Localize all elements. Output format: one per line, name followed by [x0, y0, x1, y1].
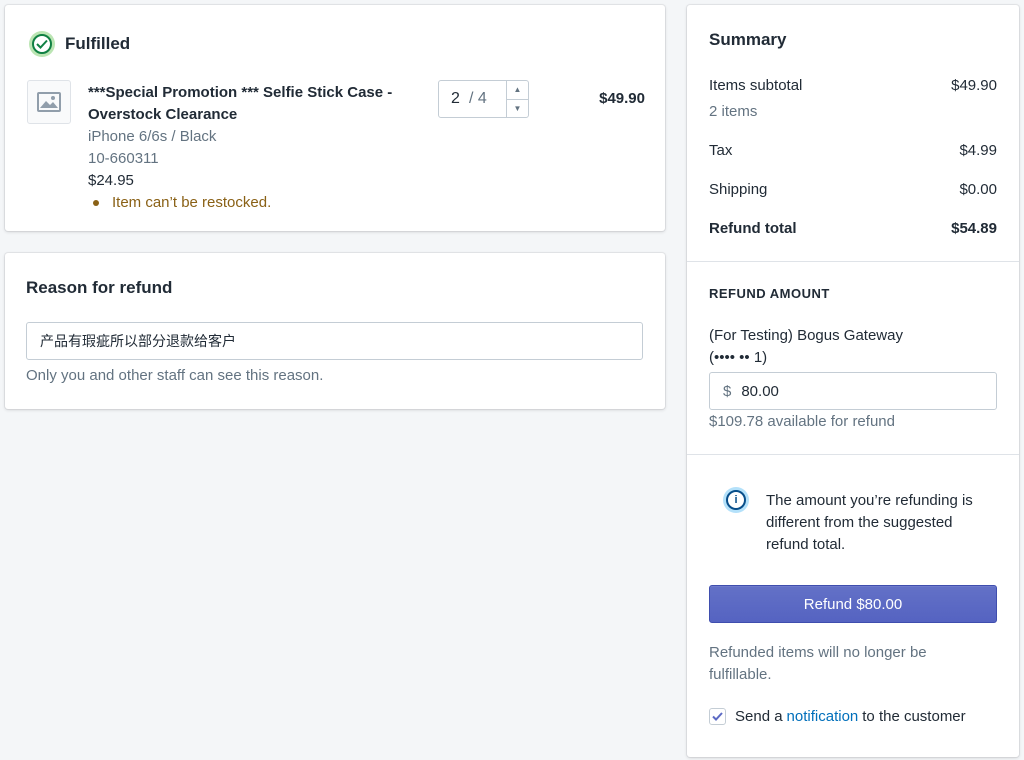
- shipping-value: $0.00: [959, 181, 997, 198]
- product-price: $24.95: [88, 172, 134, 189]
- refund-amount-label: REFUND AMOUNT: [709, 286, 830, 301]
- tax-label: Tax: [709, 142, 733, 159]
- summary-card: Summary Items subtotal $49.90 2 items Ta…: [687, 5, 1019, 757]
- notification-link[interactable]: notification: [787, 708, 859, 725]
- info-banner-text: The amount you’re refunding is different…: [766, 492, 973, 553]
- reason-title: Reason for refund: [26, 278, 173, 297]
- notify-checkbox[interactable]: [709, 708, 726, 725]
- tax-row: Tax $4.99: [709, 142, 997, 159]
- chevron-down-icon[interactable]: ▼: [507, 100, 528, 118]
- refund-total-row: Refund total $54.89: [709, 220, 997, 237]
- reason-card: Reason for refund 产品有瑕疵所以部分退款给客户 Only yo…: [5, 253, 665, 409]
- chevron-up-icon[interactable]: ▲: [507, 81, 528, 100]
- shipping-label: Shipping: [709, 181, 768, 198]
- shipping-row: Shipping $0.00: [709, 181, 997, 198]
- items-subtotal-label: Items subtotal: [709, 77, 803, 94]
- items-subtotal-value: $49.90: [951, 77, 997, 94]
- currency-symbol: $: [723, 382, 732, 400]
- divider: [687, 454, 1019, 455]
- quantity-total: / 4: [469, 90, 487, 107]
- refund-amount-value[interactable]: 80.00: [741, 383, 779, 400]
- product-variant: iPhone 6/6s / Black: [88, 128, 217, 145]
- checkmark-icon: [712, 712, 723, 721]
- fulfilled-card: Fulfilled ***Special Promotion *** Selfi…: [5, 5, 665, 231]
- check-circle-icon: [29, 31, 55, 57]
- line-total: $49.90: [599, 90, 645, 107]
- restock-note-text: Item can’t be restocked.: [112, 194, 272, 211]
- gateway-name: (For Testing) Bogus Gateway: [709, 327, 903, 344]
- notify-suffix: to the customer: [862, 708, 966, 725]
- info-icon: i: [723, 487, 749, 513]
- summary-title: Summary: [709, 30, 787, 49]
- notify-prefix: Send a: [735, 708, 783, 725]
- items-count: 2 items: [709, 103, 758, 120]
- fulfilled-header: Fulfilled: [29, 31, 130, 57]
- image-placeholder-icon: [27, 80, 71, 124]
- info-banner: i The amount you’re refunding is differe…: [723, 487, 997, 556]
- notify-customer-row: Send a notification to the customer: [709, 708, 966, 725]
- available-for-refund: $109.78 available for refund: [709, 413, 895, 430]
- tax-value: $4.99: [959, 142, 997, 159]
- quantity-input[interactable]: 2: [439, 81, 469, 117]
- refund-total-value: $54.89: [951, 220, 997, 237]
- gateway-card: (•••• •• 1): [709, 349, 768, 366]
- product-info: ***Special Promotion *** Selfie Stick Ca…: [88, 82, 418, 214]
- reason-help-text: Only you and other staff can see this re…: [26, 367, 324, 384]
- refund-total-label: Refund total: [709, 220, 797, 237]
- product-sku: 10-660311: [88, 150, 159, 167]
- reason-input[interactable]: 产品有瑕疵所以部分退款给客户: [26, 322, 643, 360]
- divider: [687, 261, 1019, 262]
- product-title[interactable]: ***Special Promotion *** Selfie Stick Ca…: [88, 82, 418, 126]
- refund-note: Refunded items will no longer be fulfill…: [709, 644, 927, 683]
- quantity-stepper[interactable]: 2 / 4 ▲ ▼: [438, 80, 529, 118]
- refund-amount-input[interactable]: $ 80.00: [709, 372, 997, 410]
- fulfilled-status: Fulfilled: [65, 34, 131, 53]
- items-subtotal-row: Items subtotal $49.90: [709, 77, 997, 94]
- quantity-stepper-controls[interactable]: ▲ ▼: [506, 81, 528, 117]
- gateway-info: (For Testing) Bogus Gateway (•••• •• 1): [709, 325, 903, 369]
- restock-note: Item can’t be restocked.: [88, 192, 418, 214]
- warning-dot-icon: [93, 200, 99, 206]
- refund-button[interactable]: Refund $80.00: [709, 585, 997, 623]
